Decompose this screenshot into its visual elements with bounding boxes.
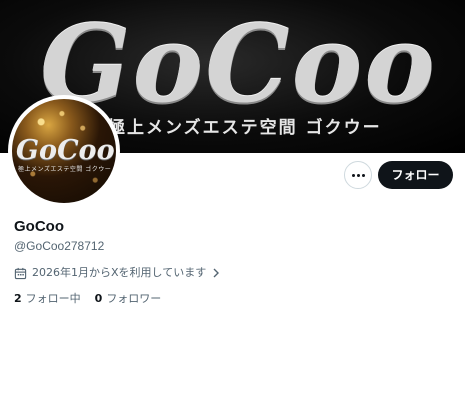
joined-date-row[interactable]: 2026年1月からXを利用しています (14, 264, 254, 282)
avatar-logo-text: GoCoo (16, 135, 115, 166)
followers-count: 0 (94, 292, 103, 305)
follow-stats: 2 フォロー中 0 フォロワー (14, 290, 254, 308)
banner-tagline: 極上メンズエステ空間 ゴクウー (108, 118, 382, 138)
more-horizontal-icon (351, 173, 365, 177)
following-label: フォロー中 (25, 292, 81, 305)
followers-label: フォロワー (106, 292, 162, 305)
followers-link[interactable]: 0 フォロワー (95, 290, 162, 308)
profile-display-name: GoCoo (14, 218, 64, 235)
calendar-icon (14, 267, 27, 279)
follow-button[interactable]: フォロー (378, 161, 453, 189)
following-link[interactable]: 2 フォロー中 (14, 290, 81, 308)
joined-date-text: 2026年1月からXを利用しています (32, 266, 207, 279)
more-options-button[interactable] (344, 161, 372, 189)
avatar-tagline: 極上メンズエステ空間 ゴクウー (18, 166, 112, 173)
chevron-right-icon (213, 268, 220, 278)
following-count: 2 (14, 292, 22, 305)
profile-handle: @GoCoo278712 (14, 239, 105, 253)
avatar[interactable]: GoCoo 極上メンズエステ空間 ゴクウー (8, 95, 120, 207)
